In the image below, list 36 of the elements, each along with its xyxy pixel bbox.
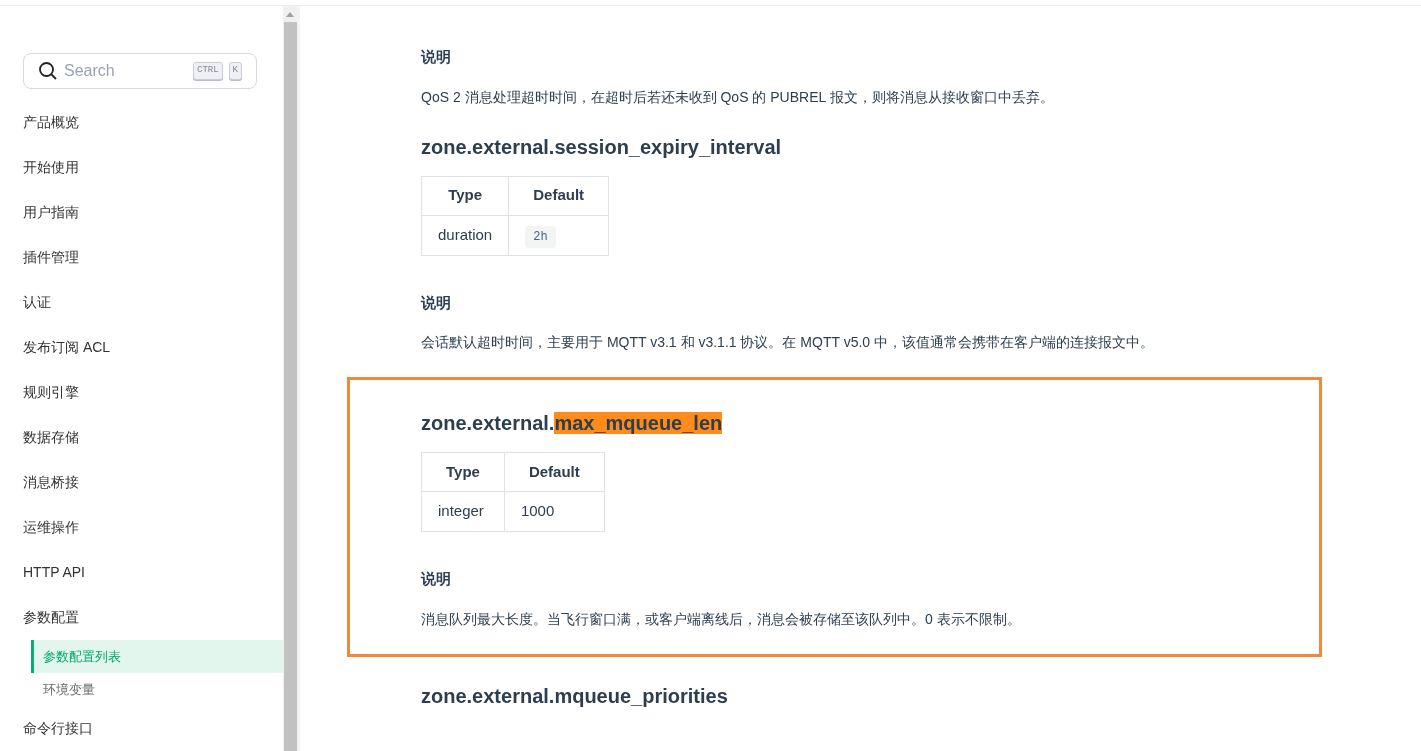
note-label: 说明 [421,292,452,313]
table-header: Type [421,176,509,215]
sidebar-item[interactable]: 产品概览 [0,100,283,145]
table-header: Default [504,452,605,492]
sidebar-item[interactable]: 认证 [0,280,283,325]
sidebar-item[interactable]: 插件管理 [0,235,283,280]
cell-text: duration [438,225,493,243]
sidebar-item[interactable]: 用户指南 [0,190,283,235]
sidebar-item[interactable]: 命令行接口 [0,706,283,751]
code-value: 2h [525,225,556,248]
parameter-heading: zone.external.session_expiry_interval [421,134,783,160]
search-icon [38,61,58,81]
sidebar-item[interactable]: 参数配置 [0,595,283,640]
description-text: 消息队列最大长度。当飞行窗口满，或客户端离线后，消息会被存储至该队列中。0 表示不限制。 [421,609,1022,629]
sidebar-subitem[interactable]: 环境变量 [31,673,283,706]
sidebar-item[interactable]: 发布订阅 ACL [0,325,283,370]
table-header: Default [508,176,609,215]
sidebar-item[interactable]: 运维操作 [0,505,283,550]
search-input[interactable]: Search [64,59,187,83]
cell-text: 1000 [520,502,555,520]
shortcut-key: K [228,62,242,80]
description-text: QoS 2 消息处理超时时间，在超时后若还未收到 QoS 的 PUBREL 报文，则将消息从接收窗口中丢弃。 [421,87,1055,107]
sidebar-item[interactable]: 消息桥接 [0,460,283,505]
parameter-heading: zone.external.max_mqueue_len [421,411,724,436]
sidebar-item[interactable]: HTTP API [0,550,283,595]
sidebar-item[interactable]: 规则引擎 [0,370,283,415]
shortcut-key: CTRL [193,62,223,80]
description-text: 会话默认超时时间，主要用于 MQTT v3.1 和 v3.1.1 协议。在 MQTT v5.0 中，该值通常会携带在客户端的连接报文中。 [421,333,1155,352]
parameter-heading: zone.external.mqueue_priorities [421,683,729,709]
note-label: 说明 [421,47,452,67]
cell-text: integer [438,502,484,520]
sidebar-item[interactable]: 数据存储 [0,415,283,460]
table-header: Type [421,452,505,492]
sidebar-item[interactable]: 开始使用 [0,145,283,190]
note-label: 说明 [421,569,452,589]
scroll-up-arrow-icon[interactable] [286,12,294,17]
